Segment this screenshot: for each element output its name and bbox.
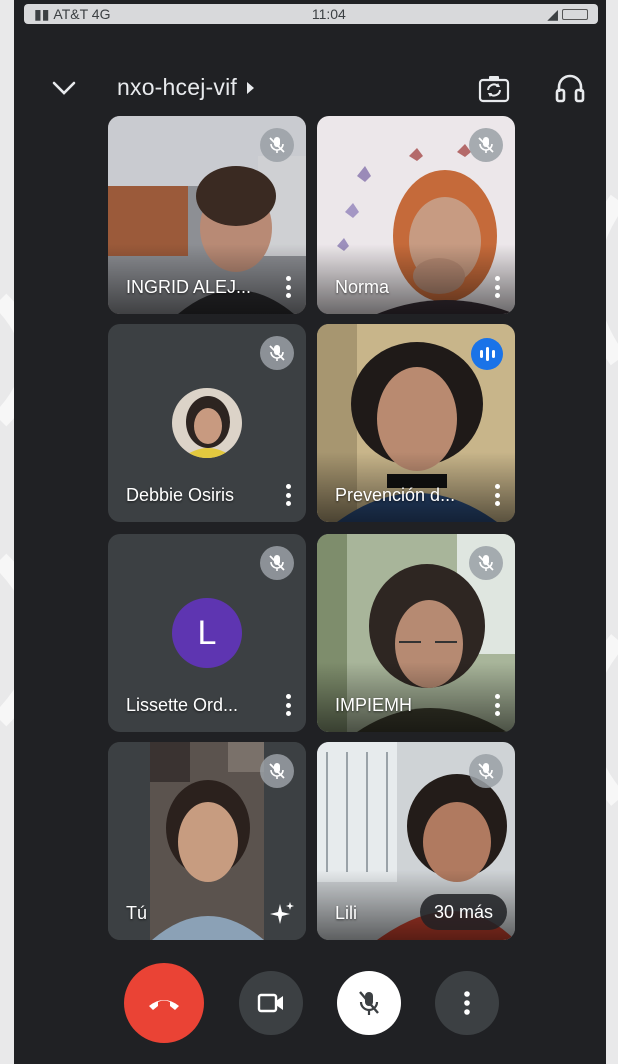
signal-icon: ▮▮ <box>34 5 50 22</box>
participant-name: INGRID ALEJ... <box>126 277 252 297</box>
participant-name: Prevención d... <box>335 485 456 505</box>
meet-call-screen: ▮▮ AT&T 4G 11:04 ◢ nxo-hcej-vif INGRID A… <box>14 0 606 1064</box>
mic-muted-icon <box>469 546 503 580</box>
participant-tile[interactable]: L Lissette Ord... <box>108 534 306 732</box>
meeting-code: nxo-hcej-vif <box>117 74 237 100</box>
participant-tile[interactable]: INGRID ALEJ... <box>108 116 306 314</box>
effects-sparkle-icon[interactable] <box>268 900 296 928</box>
mic-muted-icon <box>260 336 294 370</box>
speaking-indicator-icon <box>471 338 503 370</box>
participant-menu-icon[interactable] <box>489 274 505 300</box>
avatar <box>172 388 242 458</box>
participant-menu-icon[interactable] <box>280 274 296 300</box>
participant-name: Debbie Osiris <box>126 485 235 505</box>
meeting-details-caret-icon <box>247 81 254 94</box>
audio-output-headphones-icon[interactable] <box>554 72 586 104</box>
mic-muted-icon <box>260 546 294 580</box>
participant-menu-icon[interactable] <box>489 692 505 718</box>
participant-menu-icon[interactable] <box>489 482 505 508</box>
phone-hangup-icon <box>149 1000 179 1010</box>
participant-tile[interactable]: Debbie Osiris <box>108 324 306 522</box>
collapse-chevron-icon[interactable] <box>50 76 78 100</box>
participant-menu-icon[interactable] <box>280 692 296 718</box>
wifi-icon: ◢ <box>547 5 558 22</box>
meeting-title[interactable]: nxo-hcej-vif <box>117 74 254 101</box>
more-participants-chip[interactable]: 30 más <box>419 894 507 930</box>
participant-name: IMPIEMH <box>335 695 413 715</box>
participant-tile[interactable]: Lili 30 más <box>317 742 515 940</box>
mic-toggle-button[interactable] <box>337 971 401 1035</box>
more-options-button[interactable] <box>435 971 499 1035</box>
participant-name: Tú <box>126 903 148 923</box>
mic-off-icon <box>359 991 379 1015</box>
switch-camera-icon[interactable] <box>478 74 510 104</box>
participant-name: Norma <box>335 277 390 297</box>
participant-tile[interactable]: IMPIEMH <box>317 534 515 732</box>
carrier-label: AT&T 4G <box>53 6 111 22</box>
mic-muted-icon <box>260 128 294 162</box>
mic-muted-icon <box>260 754 294 788</box>
call-controls <box>14 958 606 1043</box>
more-vertical-icon <box>464 991 470 1015</box>
participant-name: Lili <box>335 903 358 923</box>
participant-name: Lissette Ord... <box>126 695 239 715</box>
mic-muted-icon <box>469 754 503 788</box>
self-view-tile[interactable]: Tú <box>108 742 306 940</box>
video-camera-icon <box>257 993 283 1013</box>
status-bar: ▮▮ AT&T 4G 11:04 ◢ <box>24 4 598 24</box>
participant-menu-icon[interactable] <box>280 482 296 508</box>
battery-icon <box>561 8 588 20</box>
call-header: nxo-hcej-vif <box>14 62 606 114</box>
participant-tile[interactable]: Prevención d... <box>317 324 515 522</box>
mic-muted-icon <box>469 128 503 162</box>
more-participants-label: 30 más <box>433 901 493 922</box>
avatar: L <box>172 598 242 668</box>
participant-tile[interactable]: Norma <box>317 116 515 314</box>
end-call-button[interactable] <box>124 963 204 1043</box>
clock: 11:04 <box>311 6 346 22</box>
camera-toggle-button[interactable] <box>239 971 303 1035</box>
